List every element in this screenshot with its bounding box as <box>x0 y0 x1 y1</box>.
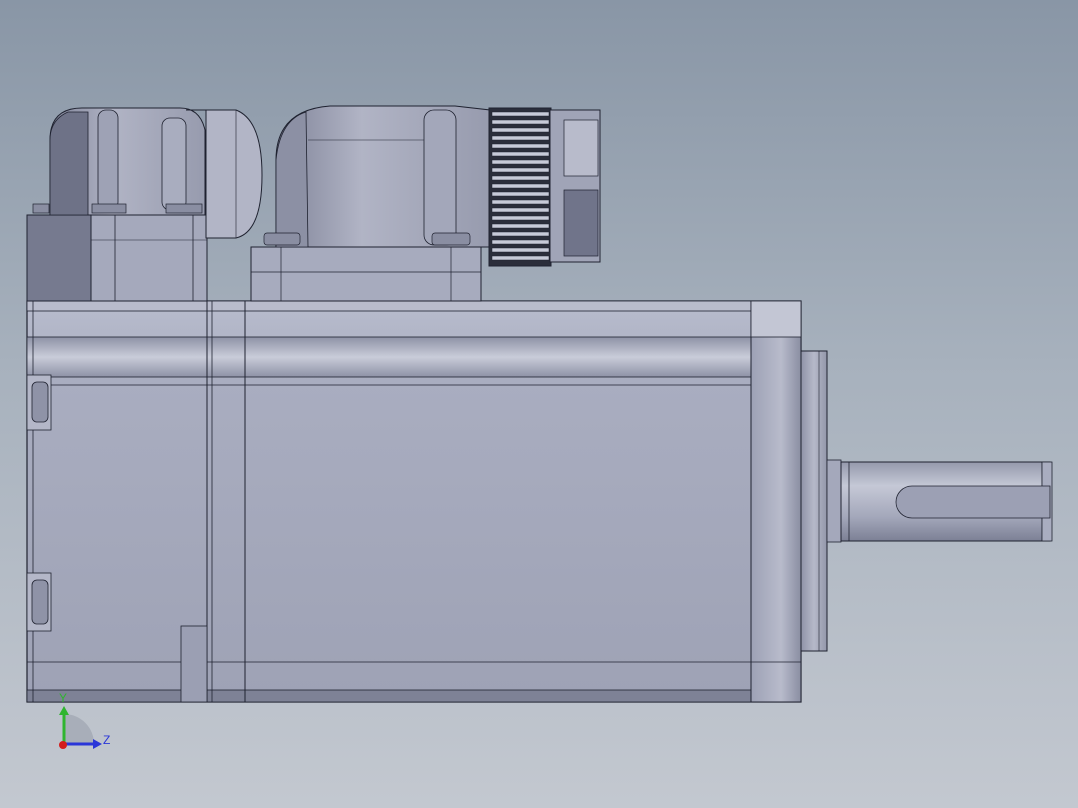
x-axis-dot <box>59 741 67 749</box>
knurl-ridge <box>491 255 550 261</box>
knurl-ridge <box>491 127 550 133</box>
knurl-ridge <box>491 223 550 229</box>
knurl-ridge <box>491 151 550 157</box>
knurl-ridge <box>491 167 550 173</box>
knurl-ridge <box>491 143 550 149</box>
knurl-ridge <box>491 159 550 165</box>
servo-motor-model[interactable]: Y Z <box>0 0 1078 808</box>
knurl-ridge <box>491 199 550 205</box>
knurl-ridge <box>491 111 550 117</box>
z-axis-label: Z <box>103 733 110 747</box>
power-connector[interactable] <box>250 105 601 302</box>
knurl-ridge <box>491 247 550 253</box>
triad-plane <box>64 714 94 744</box>
output-shaft[interactable] <box>840 461 1053 542</box>
cad-viewport[interactable]: Y Z <box>0 0 1078 808</box>
knurl-ridge <box>491 119 550 125</box>
motor-body[interactable] <box>26 300 802 703</box>
keyway-slot <box>895 485 1051 519</box>
knurl-ridge <box>491 215 550 221</box>
knurl-ridge <box>491 183 550 189</box>
y-axis-label: Y <box>59 691 67 705</box>
knurl-ridge <box>491 135 550 141</box>
knurl-ridge <box>491 231 550 237</box>
knurl-ridge <box>491 207 550 213</box>
front-flange[interactable] <box>800 350 842 652</box>
knurl-ridge <box>491 239 550 245</box>
knurl-ridge <box>491 175 550 181</box>
encoder-connector[interactable] <box>26 107 263 302</box>
knurl-ridge <box>491 191 550 197</box>
